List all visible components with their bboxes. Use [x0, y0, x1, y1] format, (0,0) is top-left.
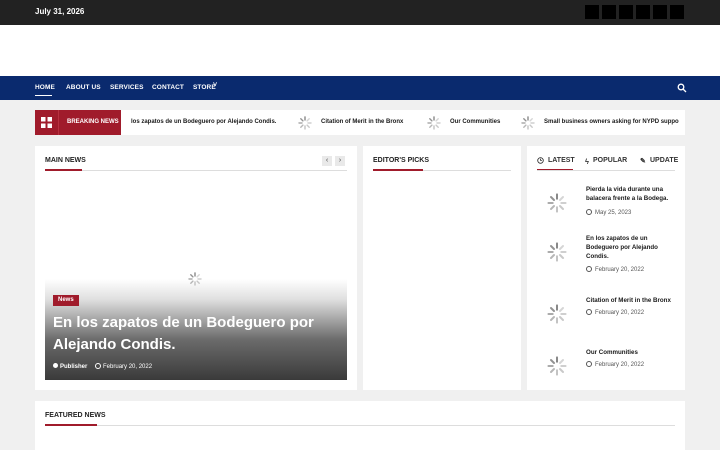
section-accent: [45, 169, 82, 171]
slide-meta: Publisher February 20, 2022: [53, 363, 152, 370]
top-bar: July 31, 2026: [0, 0, 720, 25]
list-item-title[interactable]: Pierda la vida durante una balacera fren…: [586, 185, 681, 203]
ticker-item[interactable]: Citation of Merit in the Bronx: [321, 119, 403, 125]
date-text: February 20, 2022: [595, 310, 645, 316]
label-divider: [58, 110, 59, 135]
category-badge[interactable]: News: [53, 295, 79, 306]
ticker-item[interactable]: Our Communities: [450, 119, 500, 125]
section-divider: [537, 170, 675, 171]
loading-spinner-icon: [188, 272, 202, 286]
slider-prev-button[interactable]: ‹: [322, 156, 332, 166]
slide-headline[interactable]: En los zapatos de un Bodeguero por Aleja…: [53, 312, 338, 356]
user-icon: [53, 363, 58, 368]
ticker-item[interactable]: Small business owners asking for NYPD su…: [544, 119, 679, 125]
list-item[interactable]: En los zapatos de un Bodeguero por Aleja…: [537, 234, 682, 284]
date-text: February 20, 2022: [595, 267, 645, 273]
pencil-icon: ✎: [640, 158, 646, 165]
loading-spinner-icon: [547, 356, 567, 376]
list-item[interactable]: Citation of Merit in the Bronx February …: [537, 296, 682, 346]
nav-active-underline: [35, 95, 52, 96]
clock-icon: [95, 363, 102, 369]
nav-item-home[interactable]: HOME: [35, 84, 55, 91]
lightning-icon: ϟ: [585, 157, 589, 166]
breaking-news-text: BREAKING NEWS: [67, 119, 119, 125]
list-item[interactable]: Pierda la vida durante una balacera fren…: [537, 185, 682, 235]
clock-icon: [586, 309, 592, 315]
current-date: July 31, 2026: [35, 7, 85, 16]
editors-picks-panel: [363, 146, 521, 390]
list-item-date: February 20, 2022: [586, 266, 644, 273]
slide-date: February 20, 2022: [103, 364, 153, 370]
twitter-icon[interactable]: [602, 5, 616, 19]
instagram-icon[interactable]: [619, 5, 633, 19]
ticker-item[interactable]: los zapatos de un Bodeguero por Alejando…: [131, 119, 276, 125]
tab-latest[interactable]: LATEST: [548, 157, 575, 164]
date-text: February 20, 2022: [595, 362, 645, 368]
section-accent: [373, 169, 423, 171]
linkedin-icon[interactable]: [653, 5, 667, 19]
loading-spinner-icon: [427, 116, 441, 130]
list-item-title[interactable]: Our Communities: [586, 348, 681, 357]
rss-icon[interactable]: [670, 5, 684, 19]
slide-author[interactable]: Publisher: [60, 364, 87, 370]
facebook-icon[interactable]: [585, 5, 599, 19]
editors-picks-title: EDITOR'S PICKS: [373, 157, 429, 164]
nav-item-contact[interactable]: CONTACT: [152, 84, 184, 91]
youtube-icon[interactable]: [636, 5, 650, 19]
breaking-news-label: BREAKING NEWS: [35, 110, 121, 135]
main-news-title: MAIN NEWS: [45, 157, 86, 164]
list-item-title[interactable]: En los zapatos de un Bodeguero por Aleja…: [586, 234, 681, 261]
date-text: May 25, 2023: [595, 210, 632, 216]
section-divider: [45, 170, 347, 171]
section-divider: [45, 425, 675, 426]
tab-popular[interactable]: POPULAR: [593, 157, 627, 164]
loading-spinner-icon: [298, 116, 312, 130]
social-links: [585, 5, 684, 19]
clock-icon: [586, 361, 592, 367]
loading-spinner-icon: [547, 304, 567, 324]
featured-news-title: FEATURED NEWS: [45, 412, 106, 419]
list-item-title[interactable]: Citation of Merit in the Bronx: [586, 296, 681, 305]
tab-update[interactable]: UPDATE: [650, 157, 678, 164]
section-accent: [45, 424, 97, 426]
list-item-date: February 20, 2022: [586, 309, 644, 316]
list-item[interactable]: Our Communities February 20, 2022: [537, 348, 682, 398]
clock-icon: [586, 266, 592, 272]
loading-spinner-icon: [547, 193, 567, 213]
chevron-down-icon[interactable]: ˅: [213, 82, 217, 89]
loading-spinner-icon: [521, 116, 535, 130]
slider-next-button[interactable]: ›: [335, 156, 345, 166]
search-icon[interactable]: [677, 83, 687, 93]
list-item-date: February 20, 2022: [586, 361, 644, 368]
clock-icon: [586, 209, 592, 215]
nav-item-about[interactable]: ABOUT US: [66, 84, 101, 91]
loading-spinner-icon: [547, 242, 567, 262]
list-item-date: May 25, 2023: [586, 209, 631, 216]
clock-icon: [537, 157, 544, 164]
main-nav: HOME ABOUT US SERVICES CONTACT STORE ˅: [0, 76, 720, 100]
main-news-slide[interactable]: News En los zapatos de un Bodeguero por …: [45, 178, 347, 380]
grid-icon: [41, 117, 52, 128]
nav-item-services[interactable]: SERVICES: [110, 84, 144, 91]
site-header: [0, 25, 720, 76]
breaking-news-bar: BREAKING NEWS los zapatos de un Bodeguer…: [35, 110, 685, 135]
